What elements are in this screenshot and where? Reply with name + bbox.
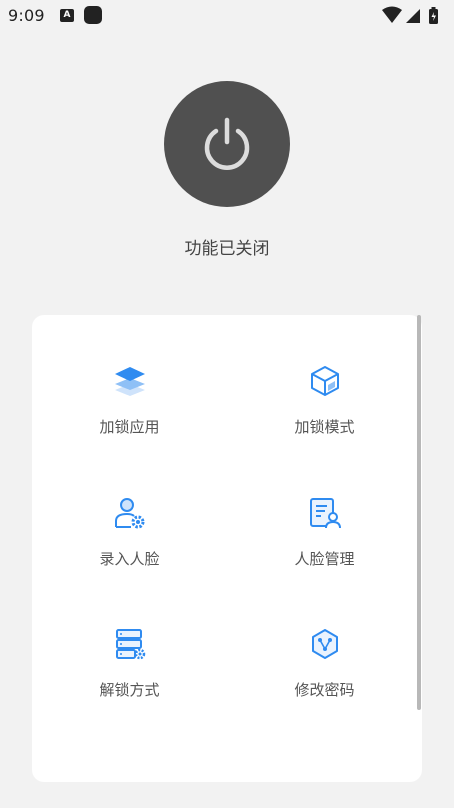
feature-menu-card: 加锁应用 加锁模式 录入人脸 人脸管理 解锁方式 修改密码 bbox=[32, 315, 422, 782]
signal-icon bbox=[406, 9, 420, 23]
menu-item-label: 修改密码 bbox=[294, 681, 355, 699]
menu-item-label: 人脸管理 bbox=[294, 550, 355, 568]
app-notification-icon bbox=[84, 6, 102, 24]
status-time: 9:09 bbox=[8, 6, 45, 25]
menu-item-label: 录入人脸 bbox=[99, 550, 160, 568]
cube-mode-icon bbox=[311, 366, 339, 396]
wifi-icon bbox=[382, 6, 402, 23]
menu-item-face-management[interactable]: 人脸管理 bbox=[227, 496, 422, 616]
menu-item-label: 加锁模式 bbox=[294, 418, 355, 436]
face-document-icon bbox=[310, 498, 341, 529]
menu-item-label: 解锁方式 bbox=[99, 681, 160, 699]
menu-item-lock-apps[interactable]: 加锁应用 bbox=[32, 364, 227, 484]
user-settings-icon bbox=[115, 498, 145, 529]
notification-a-icon: A bbox=[60, 9, 74, 22]
menu-item-label: 加锁应用 bbox=[99, 418, 160, 436]
status-bar: 9:09 A bbox=[0, 0, 454, 32]
status-right-group bbox=[382, 6, 446, 26]
power-icon bbox=[204, 117, 250, 170]
layers-icon bbox=[115, 367, 145, 396]
menu-item-change-password[interactable]: 修改密码 bbox=[227, 627, 422, 747]
menu-item-lock-mode[interactable]: 加锁模式 bbox=[227, 364, 422, 484]
menu-item-enroll-face[interactable]: 录入人脸 bbox=[32, 496, 227, 616]
power-status-label: 功能已关闭 bbox=[184, 239, 270, 259]
battery-icon bbox=[429, 7, 438, 24]
scrollbar[interactable] bbox=[417, 315, 421, 710]
hexagon-nodes-icon bbox=[312, 629, 338, 659]
menu-item-unlock-method[interactable]: 解锁方式 bbox=[32, 627, 227, 747]
power-toggle-button[interactable] bbox=[164, 81, 290, 207]
server-settings-icon bbox=[116, 629, 146, 660]
